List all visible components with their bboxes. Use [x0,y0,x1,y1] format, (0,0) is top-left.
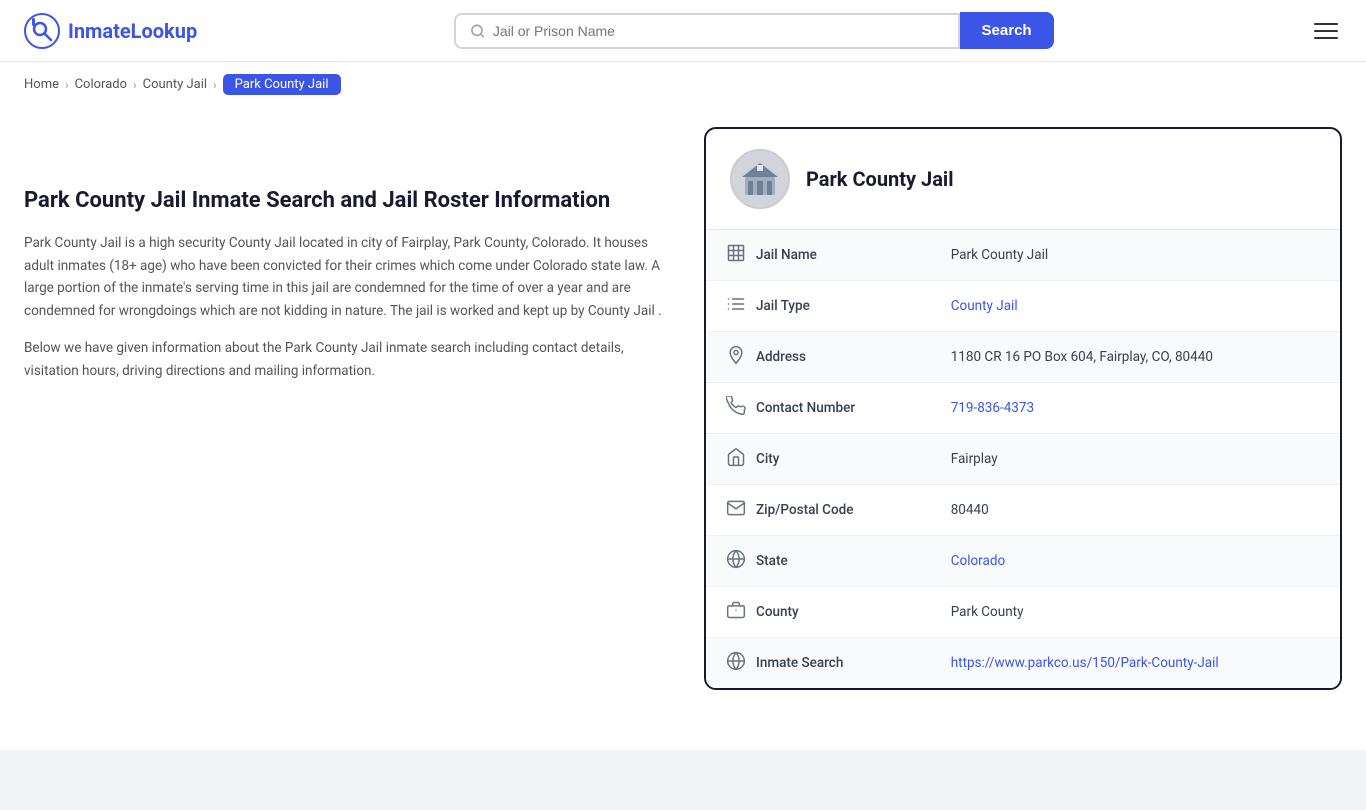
row-label: City [756,451,779,467]
row-label: County [756,604,799,620]
row-link[interactable]: 719-836-4373 [951,400,1034,416]
row-label-cell: Zip/Postal Code [706,485,931,536]
hamburger-line-3 [1314,37,1338,39]
row-value-cell: 1180 CR 16 PO Box 604, Fairplay, CO, 804… [931,332,1340,383]
row-value-cell[interactable]: 719-836-4373 [931,383,1340,434]
search-button[interactable]: Search [960,12,1054,49]
jail-info-card: Park County Jail Jail Name Park County Ja… [704,127,1342,690]
row-value-cell[interactable]: https://www.parkco.us/150/Park-County-Ja… [931,638,1340,689]
row-value-cell: Park County [931,587,1340,638]
row-label-cell: Inmate Search [706,638,931,689]
logo-text: InmateLookup [68,19,197,43]
description-para-2: Below we have given information about th… [24,337,664,383]
main-content: Park County Jail Inmate Search and Jail … [0,107,1366,730]
jail-avatar [730,149,790,209]
row-value-cell[interactable]: Colorado [931,536,1340,587]
page-title: Park County Jail Inmate Search and Jail … [24,187,664,216]
row-label: Zip/Postal Code [756,502,853,518]
breadcrumb-current: Park County Jail [223,74,341,95]
row-label: Jail Name [756,247,817,263]
search-icon [470,23,485,39]
table-row: Zip/Postal Code 80440 [706,485,1340,536]
breadcrumb-home[interactable]: Home [24,77,59,92]
table-row: Address 1180 CR 16 PO Box 604, Fairplay, … [706,332,1340,383]
table-row: Inmate Search https://www.parkco.us/150/P… [706,638,1340,689]
hamburger-line-2 [1314,30,1338,32]
breadcrumb-state[interactable]: Colorado [75,77,127,92]
row-link[interactable]: https://www.parkco.us/150/Park-County-Ja… [951,655,1219,671]
row-label: Inmate Search [756,655,843,671]
row-link[interactable]: Colorado [951,553,1005,569]
hamburger-line-1 [1314,23,1338,25]
table-row: Jail Name Park County Jail [706,230,1340,281]
hamburger-menu[interactable] [1310,19,1342,43]
table-row: Jail Type County Jail [706,281,1340,332]
row-label: Contact Number [756,400,855,416]
search-bar: Search [454,12,1054,49]
row-value-cell: Park County Jail [931,230,1340,281]
card-title: Park County Jail [806,167,954,191]
card-header: Park County Jail [706,129,1340,230]
row-label-cell: Jail Name [706,230,931,281]
table-row: County Park County [706,587,1340,638]
row-label-cell: Address [706,332,931,383]
row-label-cell: Jail Type [706,281,931,332]
breadcrumb-type[interactable]: County Jail [143,77,207,92]
logo-icon [24,13,60,49]
search-input[interactable] [493,23,944,39]
table-row: State Colorado [706,536,1340,587]
logo[interactable]: InmateLookup [24,13,197,49]
left-section: Park County Jail Inmate Search and Jail … [24,127,664,690]
info-table: Jail Name Park County Jail Jail Type County… [706,230,1340,688]
breadcrumb-sep-2: › [133,78,137,92]
jail-building-icon [740,159,780,199]
footer [0,750,1366,810]
breadcrumb: Home › Colorado › County Jail › Park Cou… [0,62,1366,107]
row-label-cell: Contact Number [706,383,931,434]
row-label: Jail Type [756,298,810,314]
table-row: City Fairplay [706,434,1340,485]
row-label: Address [756,349,806,365]
row-label: State [756,553,788,569]
breadcrumb-sep-1: › [65,78,69,92]
row-link[interactable]: County Jail [951,298,1018,314]
table-row: Contact Number 719-836-4373 [706,383,1340,434]
row-label-cell: State [706,536,931,587]
search-input-wrapper [454,13,960,49]
breadcrumb-sep-3: › [213,78,217,92]
row-label-cell: County [706,587,931,638]
header: InmateLookup Search [0,0,1366,62]
row-value-cell[interactable]: County Jail [931,281,1340,332]
description-para-1: Park County Jail is a high security Coun… [24,232,664,324]
row-value-cell: 80440 [931,485,1340,536]
row-label-cell: City [706,434,931,485]
row-value-cell: Fairplay [931,434,1340,485]
